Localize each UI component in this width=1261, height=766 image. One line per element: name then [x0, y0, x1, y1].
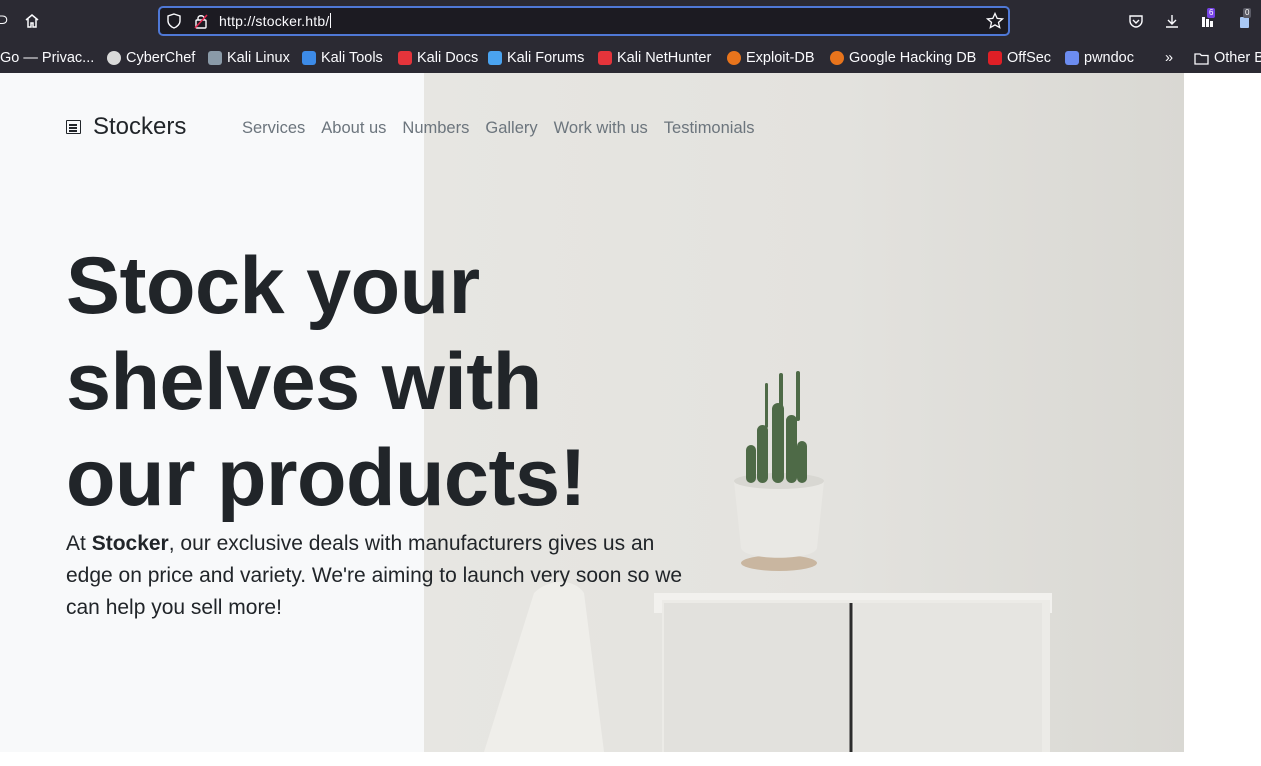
bookmark-label: Kali Tools — [321, 50, 383, 66]
extension-badge-2: 0 — [1243, 8, 1252, 18]
bookmark-label: CyberChef — [126, 50, 196, 66]
browser-chrome: ⮌ http://stocker.htb/ 6 0 Go — Privac...… — [0, 0, 1261, 73]
brand-name: Stockers — [93, 113, 187, 140]
url-bar[interactable]: http://stocker.htb/ — [158, 6, 1010, 36]
bookmark-item[interactable]: OffSec — [988, 48, 1051, 68]
url-text[interactable]: http://stocker.htb/ — [219, 13, 332, 29]
lead-prefix: At — [66, 532, 92, 555]
main-nav: Services About us Numbers Gallery Work w… — [242, 119, 771, 138]
bookmark-item[interactable]: Kali Forums — [488, 48, 584, 68]
bookmark-item[interactable]: Kali NetHunter — [598, 48, 711, 68]
bookmark-label: Kali Linux — [227, 50, 290, 66]
kali-linux-favicon-icon — [208, 51, 222, 65]
extension-badge: 6 — [1207, 8, 1216, 18]
browser-toolbar: ⮌ http://stocker.htb/ 6 0 — [0, 0, 1261, 42]
brand-logo[interactable]: Stockers — [66, 113, 186, 141]
pwndoc-favicon-icon — [1065, 51, 1079, 65]
bookmark-item[interactable]: Go — Privac... — [0, 48, 94, 68]
newspaper-icon — [66, 120, 81, 134]
bookmark-label: Google Hacking DB — [849, 50, 977, 66]
bookmark-item[interactable]: pwndoc — [1065, 48, 1134, 68]
nav-services[interactable]: Services — [242, 119, 305, 138]
nav-about-us[interactable]: About us — [321, 119, 386, 138]
nav-work-with-us[interactable]: Work with us — [554, 119, 648, 138]
bookmark-label: Kali Forums — [507, 50, 585, 66]
bookmark-item[interactable]: Kali Linux — [208, 48, 290, 68]
bookmark-label: Exploit-DB — [746, 50, 815, 66]
bookmark-item[interactable]: Exploit-DB — [727, 48, 815, 68]
page-right-margin — [1184, 73, 1261, 752]
bookmark-item[interactable]: Kali Tools — [302, 48, 383, 68]
web-page: Stockers Services About us Numbers Galle… — [0, 73, 1261, 752]
page-bottom-strip — [0, 752, 1261, 766]
other-bookmarks-label: Other B — [1214, 50, 1261, 66]
bookmark-star-icon[interactable] — [986, 12, 1004, 30]
chevron-double-right-icon[interactable]: » — [1165, 48, 1173, 68]
back-arrow-icon[interactable]: ⮌ — [0, 10, 12, 31]
pocket-icon[interactable] — [1126, 11, 1146, 31]
bookmarks-toolbar: Go — Privac... CyberChef Kali Linux Kali… — [0, 42, 1261, 73]
nav-testimonials[interactable]: Testimonials — [664, 119, 755, 138]
bookmark-label: pwndoc — [1084, 50, 1134, 66]
insecure-lock-icon[interactable] — [192, 12, 210, 30]
download-icon[interactable] — [1162, 11, 1182, 31]
exploit-db-favicon-icon — [727, 51, 741, 65]
bookmark-label: Kali NetHunter — [617, 50, 712, 66]
nav-numbers[interactable]: Numbers — [402, 119, 469, 138]
hero-headline: Stock your shelves with our products! — [66, 241, 586, 523]
bookmark-label: Go — Privac... — [0, 50, 95, 66]
lead-brand: Stocker — [91, 532, 169, 555]
other-bookmarks[interactable]: Other B — [1194, 48, 1261, 68]
home-icon[interactable] — [22, 11, 42, 31]
kali-forums-favicon-icon — [488, 51, 502, 65]
offsec-favicon-icon — [988, 51, 1002, 65]
bookmark-item[interactable]: CyberChef — [107, 48, 195, 68]
bookmark-item[interactable]: Google Hacking DB — [830, 48, 976, 68]
hero-lead: At Stocker, our exclusive deals with man… — [66, 528, 706, 624]
google-hacking-db-favicon-icon — [830, 51, 844, 65]
bookmark-label: OffSec — [1007, 50, 1052, 66]
shield-icon[interactable] — [165, 12, 183, 30]
bookmark-item[interactable]: Kali Docs — [398, 48, 478, 68]
folder-icon — [1194, 52, 1209, 65]
kali-tools-favicon-icon — [302, 51, 316, 65]
bookmark-label: Kali Docs — [417, 50, 479, 66]
kali-docs-favicon-icon — [398, 51, 412, 65]
kali-nethunter-favicon-icon — [598, 51, 612, 65]
nav-gallery[interactable]: Gallery — [485, 119, 537, 138]
cyberchef-favicon-icon — [107, 51, 121, 65]
